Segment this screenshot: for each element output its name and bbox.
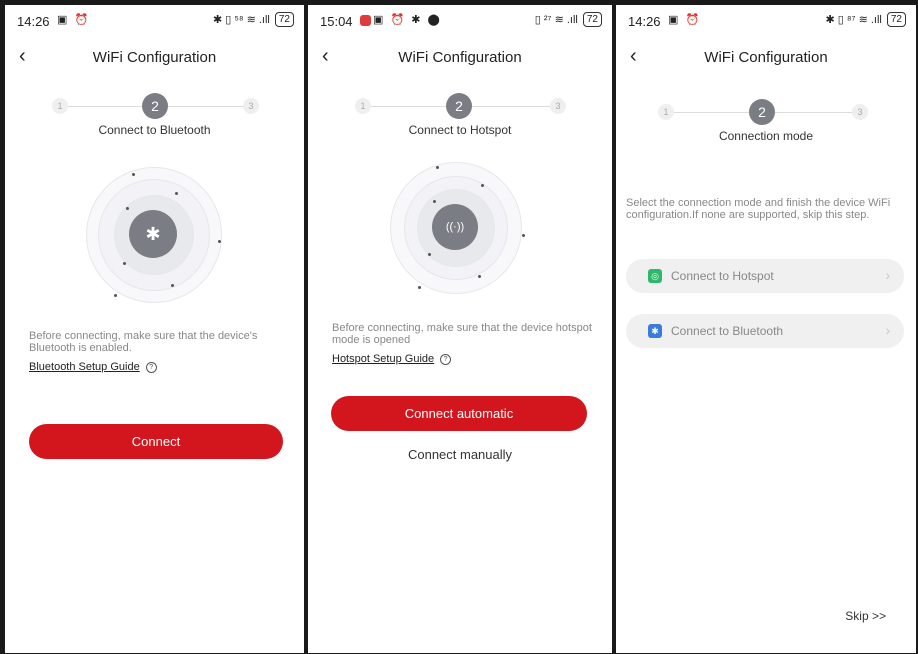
chevron-right-icon: › xyxy=(885,322,890,338)
connect-to-hotspot-option[interactable]: ◎ Connect to Hotspot › xyxy=(626,259,904,293)
header: ‹ WiFi Configuration xyxy=(5,43,304,73)
step-2-active: 2 xyxy=(749,99,775,125)
status-bar: 14:26 ▣ ⏰ ✱ ▯ ⁵⁸ ≋ .ıll 72 xyxy=(5,5,304,35)
scan-dot xyxy=(428,253,431,256)
setup-guide: Bluetooth Setup Guide? xyxy=(29,361,157,373)
status-time: 15:04 xyxy=(320,14,353,29)
status-notification-icons: ▣ ⏰ xyxy=(668,14,702,26)
step-2-active: 2 xyxy=(446,93,472,119)
notification-glyphs: ▣ ⏰ ✱ ⬤ xyxy=(373,14,442,26)
setup-guide: Hotspot Setup Guide? xyxy=(332,353,452,365)
step-3: 3 xyxy=(852,104,868,120)
page-title: WiFi Configuration xyxy=(704,49,828,66)
scanning-radar: ✱ xyxy=(86,167,222,303)
scan-dot xyxy=(132,173,135,176)
scan-dot xyxy=(175,192,178,195)
scan-dot xyxy=(114,294,117,297)
signal-icons: ▯ ²⁷ ≋ .ıll xyxy=(534,14,578,26)
scan-dot xyxy=(123,262,126,265)
scan-dot xyxy=(478,275,481,278)
app-notification-icon xyxy=(360,14,371,26)
status-time: 14:26 xyxy=(628,14,661,29)
hotspot-screen: 15:04 ▣ ⏰ ✱ ⬤ ▯ ²⁷ ≋ .ıll 72 ‹ WiFi Conf… xyxy=(308,5,612,653)
scan-dot xyxy=(218,240,221,243)
status-system-icons: ▯ ²⁷ ≋ .ıll 72 xyxy=(535,12,602,27)
signal-icons: ✱ ▯ ⁵⁸ ≋ .ıll xyxy=(212,14,270,26)
status-bar: 15:04 ▣ ⏰ ✱ ⬤ ▯ ²⁷ ≋ .ıll 72 xyxy=(308,5,612,35)
hotspot-setup-guide-link[interactable]: Hotspot Setup Guide xyxy=(332,353,434,365)
scan-dot xyxy=(436,166,439,169)
stepper: 1 2 3 Connect to Bluetooth xyxy=(5,93,304,153)
hotspot-icon: ((·)) xyxy=(432,204,478,250)
bluetooth-icon: ✱ xyxy=(648,324,662,338)
chevron-right-icon: › xyxy=(885,267,890,283)
step-label: Connect to Hotspot xyxy=(408,123,512,137)
status-time: 14:26 xyxy=(17,14,50,29)
step-3: 3 xyxy=(550,98,566,114)
connect-manually-button[interactable]: Connect manually xyxy=(308,447,612,462)
connect-button[interactable]: Connect xyxy=(29,424,283,459)
status-notification-icons: ▣ ⏰ xyxy=(57,14,91,26)
connect-to-bluetooth-option[interactable]: ✱ Connect to Bluetooth › xyxy=(626,314,904,348)
page-title: WiFi Configuration xyxy=(92,49,217,66)
step-label: Connect to Bluetooth xyxy=(98,123,211,137)
status-notification-icons: ▣ ⏰ ✱ ⬤ xyxy=(360,13,442,26)
battery-icon: 72 xyxy=(886,12,906,27)
mode-label: Connect to Hotspot xyxy=(671,269,774,283)
connection-mode-screen: 14:26 ▣ ⏰ ✱ ▯ ⁸⁷ ≋ .ıll 72 ‹ WiFi Config… xyxy=(616,5,916,653)
battery-icon: 72 xyxy=(582,12,602,27)
hotspot-icon: ◎ xyxy=(648,269,662,283)
skip-button[interactable]: Skip >> xyxy=(845,609,886,623)
scan-dot xyxy=(522,234,525,237)
step-label: Connection mode xyxy=(718,129,814,143)
scan-dot xyxy=(418,286,421,289)
bluetooth-screen: 14:26 ▣ ⏰ ✱ ▯ ⁵⁸ ≋ .ıll 72 ‹ WiFi Config… xyxy=(5,5,304,653)
bluetooth-icon: ✱ xyxy=(129,210,177,258)
page-title: WiFi Configuration xyxy=(398,49,522,66)
step-3: 3 xyxy=(243,98,259,114)
help-icon[interactable]: ? xyxy=(440,353,452,365)
connect-automatic-button[interactable]: Connect automatic xyxy=(331,396,587,431)
stepper: 1 2 3 Connect to Hotspot xyxy=(308,93,612,153)
scanning-radar: ((·)) xyxy=(390,162,525,294)
stepper: 1 2 3 Connection mode xyxy=(616,99,916,159)
header: ‹ WiFi Configuration xyxy=(308,43,612,73)
info-text: Before connecting, make sure that the de… xyxy=(332,322,592,346)
scan-dot xyxy=(126,207,129,210)
step-1: 1 xyxy=(52,98,68,114)
scan-dot xyxy=(433,200,436,203)
scan-dot xyxy=(481,184,484,187)
status-system-icons: ✱ ▯ ⁵⁸ ≋ .ıll 72 xyxy=(213,12,294,27)
info-text: Before connecting, make sure that the de… xyxy=(29,330,258,354)
step-1: 1 xyxy=(658,104,674,120)
status-bar: 14:26 ▣ ⏰ ✱ ▯ ⁸⁷ ≋ .ıll 72 xyxy=(616,5,916,35)
status-system-icons: ✱ ▯ ⁸⁷ ≋ .ıll 72 xyxy=(826,12,906,27)
battery-icon: 72 xyxy=(274,12,294,27)
info-text: Select the connection mode and finish th… xyxy=(626,197,891,221)
signal-icons: ✱ ▯ ⁸⁷ ≋ .ıll xyxy=(825,14,882,26)
step-2-active: 2 xyxy=(142,93,168,119)
header: ‹ WiFi Configuration xyxy=(616,43,916,73)
help-icon[interactable]: ? xyxy=(145,361,157,373)
mode-label: Connect to Bluetooth xyxy=(671,324,784,338)
bluetooth-setup-guide-link[interactable]: Bluetooth Setup Guide xyxy=(29,361,140,373)
step-1: 1 xyxy=(355,98,371,114)
scan-dot xyxy=(171,284,174,287)
